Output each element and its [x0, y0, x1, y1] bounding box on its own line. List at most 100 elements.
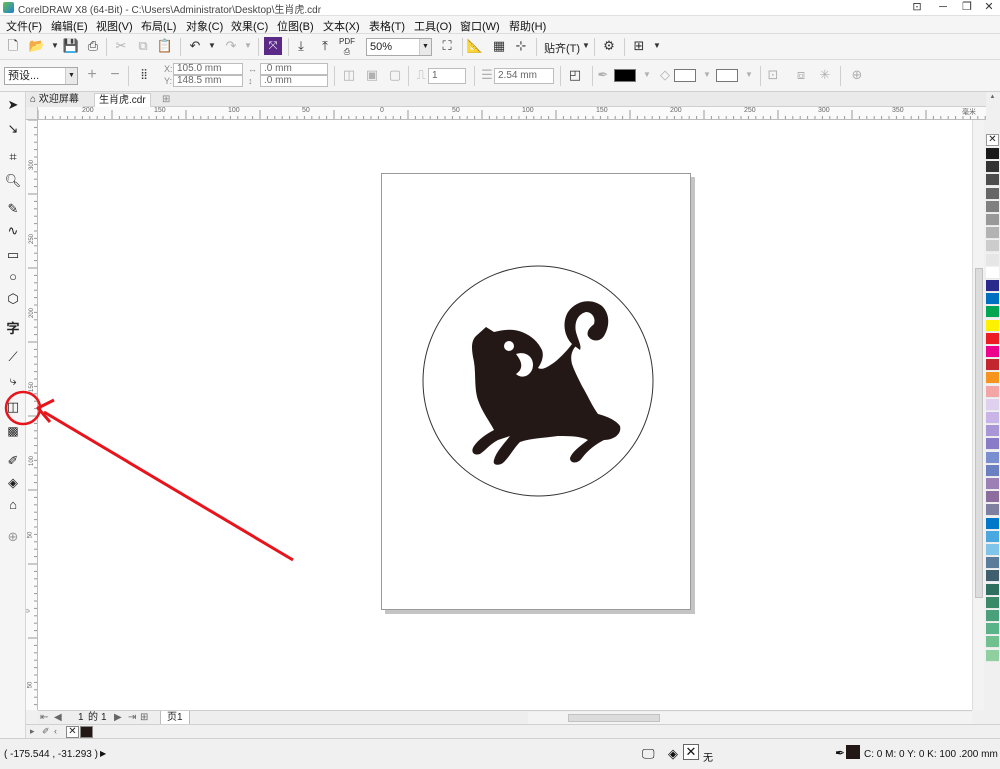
new-tab-icon[interactable]: ⊞: [158, 93, 174, 107]
palette-swatch[interactable]: [986, 557, 999, 570]
zoom-level-combo[interactable]: 50% ▼: [366, 38, 432, 56]
vertical-scroll-thumb[interactable]: [975, 268, 983, 598]
previous-page-icon[interactable]: ◀: [54, 711, 62, 724]
corner-style-icon[interactable]: ◰: [566, 66, 584, 84]
palette-play-icon[interactable]: ▸: [30, 726, 35, 737]
outside-contour-icon[interactable]: ▢: [386, 66, 404, 84]
undo-icon[interactable]: ↶: [186, 37, 204, 55]
palette-swatch[interactable]: [986, 266, 999, 279]
first-page-icon[interactable]: ⇤: [40, 711, 48, 724]
palette-swatch[interactable]: [986, 306, 999, 319]
palette-swatch[interactable]: [986, 346, 999, 358]
snap-dropdown-icon[interactable]: ▼: [577, 37, 595, 55]
show-rulers-icon[interactable]: 📐: [466, 37, 484, 55]
fill-bucket-icon[interactable]: ◈: [668, 746, 678, 762]
palette-swatch[interactable]: [986, 187, 999, 200]
smart-fill-icon[interactable]: ⌂: [4, 496, 22, 514]
palette-swatch[interactable]: [986, 280, 999, 292]
paste-icon[interactable]: 📋: [156, 37, 174, 55]
artistic-media-icon[interactable]: ∿: [4, 222, 22, 240]
document-color-swatch[interactable]: [80, 726, 93, 738]
menu-layout[interactable]: 布局(L): [141, 18, 176, 34]
interactive-fill-icon[interactable]: ◈: [4, 474, 22, 492]
menu-view[interactable]: 视图(V): [96, 18, 133, 34]
horizontal-scrollbar[interactable]: [528, 712, 972, 724]
palette-swatch[interactable]: [986, 451, 999, 464]
palette-swatch[interactable]: [986, 385, 999, 398]
palette-swatch[interactable]: [986, 148, 999, 160]
outline-pen-icon[interactable]: ✒: [835, 746, 845, 760]
palette-swatch[interactable]: [986, 570, 999, 583]
minimize-icon[interactable]: ─: [930, 0, 956, 16]
palette-swatch[interactable]: [986, 478, 999, 490]
menu-effects[interactable]: 效果(C): [231, 18, 268, 34]
status-arrow-icon[interactable]: ▶: [100, 749, 106, 758]
save-icon[interactable]: 💾: [62, 37, 80, 55]
palette-swatch[interactable]: [986, 464, 999, 477]
menu-table[interactable]: 表格(T): [369, 18, 405, 34]
import-icon[interactable]: ⤓: [292, 37, 310, 55]
menu-edit[interactable]: 编辑(E): [51, 18, 88, 34]
pick-tool-icon[interactable]: ➤: [4, 96, 22, 114]
tab-document[interactable]: 生肖虎.cdr: [94, 93, 151, 107]
menu-file[interactable]: 文件(F): [6, 18, 42, 34]
palette-swatch[interactable]: [986, 372, 999, 385]
add-icon[interactable]: ⊕: [848, 66, 866, 84]
app-launcher-icon[interactable]: ⊞: [630, 37, 648, 55]
show-guidelines-icon[interactable]: ⊹: [512, 37, 530, 55]
height-field[interactable]: .0 mm: [260, 75, 328, 87]
fill-bucket-icon[interactable]: ◇: [656, 66, 674, 84]
palette-swatch[interactable]: [986, 517, 999, 530]
palette-swatch[interactable]: [986, 504, 999, 517]
palette-swatch[interactable]: [986, 530, 999, 543]
text-tool-icon[interactable]: 字: [4, 320, 22, 338]
search-content-icon[interactable]: ⤧: [264, 37, 282, 55]
parallel-dimension-icon[interactable]: ⟋: [4, 348, 22, 366]
palette-swatch[interactable]: [986, 412, 999, 424]
palette-swatch[interactable]: [986, 425, 999, 438]
contour-tool-icon[interactable]: ◫: [4, 398, 22, 416]
restore-icon[interactable]: ⊡: [904, 0, 930, 16]
menu-bitmaps[interactable]: 位图(B): [277, 18, 314, 34]
no-color-swatch[interactable]: ✕: [986, 134, 999, 146]
acceleration-dropdown-icon[interactable]: ▼: [740, 66, 758, 84]
show-grid-icon[interactable]: ▦: [490, 37, 508, 55]
remove-preset-icon[interactable]: −: [106, 66, 124, 84]
no-color-swatch[interactable]: ✕: [66, 726, 79, 738]
polygon-tool-icon[interactable]: ⬡: [4, 290, 22, 308]
contour-offset-field[interactable]: 2.54 mm: [494, 68, 554, 84]
menu-window[interactable]: 窗口(W): [460, 18, 500, 34]
gear-icon[interactable]: ⚙: [600, 37, 618, 55]
palette-swatch[interactable]: [986, 161, 999, 174]
palette-swatch[interactable]: [986, 649, 999, 662]
menu-text[interactable]: 文本(X): [323, 18, 360, 34]
preset-combo[interactable]: 预设... ▼: [4, 67, 78, 85]
y-position-field[interactable]: 148.5 mm: [173, 75, 243, 87]
palette-swatch[interactable]: [986, 319, 999, 332]
zoom-tool-icon[interactable]: 🔍︎: [4, 172, 22, 190]
new-document-icon[interactable]: 🗋: [4, 37, 22, 55]
color-profile-icon[interactable]: 🖵: [642, 746, 655, 762]
palette-swatch[interactable]: [986, 544, 999, 556]
freehand-tool-icon[interactable]: ✎: [4, 200, 22, 218]
last-page-icon[interactable]: ⇥: [128, 711, 136, 724]
menu-help[interactable]: 帮助(H): [509, 18, 546, 34]
vertical-scrollbar[interactable]: [972, 120, 984, 710]
eyedropper-tool-icon[interactable]: ✐: [4, 452, 22, 470]
print-icon[interactable]: ⎙: [84, 37, 102, 55]
export-icon[interactable]: ⤒: [316, 37, 334, 55]
open-icon[interactable]: 📂: [28, 37, 46, 55]
tiger-silhouette[interactable]: [472, 301, 621, 465]
inside-contour-icon[interactable]: ▣: [363, 66, 381, 84]
undo-dropdown-icon[interactable]: ▼: [203, 37, 221, 55]
outline-color-dropdown-icon[interactable]: ▼: [638, 66, 656, 84]
ellipse-tool-icon[interactable]: ○: [4, 268, 22, 286]
palette-swatch[interactable]: [986, 610, 999, 622]
fill-color-dropdown-icon[interactable]: ▼: [698, 66, 716, 84]
palette-swatch[interactable]: [986, 332, 999, 345]
add-tool-icon[interactable]: ⊕: [4, 528, 22, 546]
outline-pen-icon[interactable]: ✒: [594, 66, 612, 84]
palette-swatch[interactable]: [986, 398, 999, 411]
palette-swatch[interactable]: [986, 227, 999, 240]
redo-dropdown-icon[interactable]: ▼: [239, 37, 257, 55]
